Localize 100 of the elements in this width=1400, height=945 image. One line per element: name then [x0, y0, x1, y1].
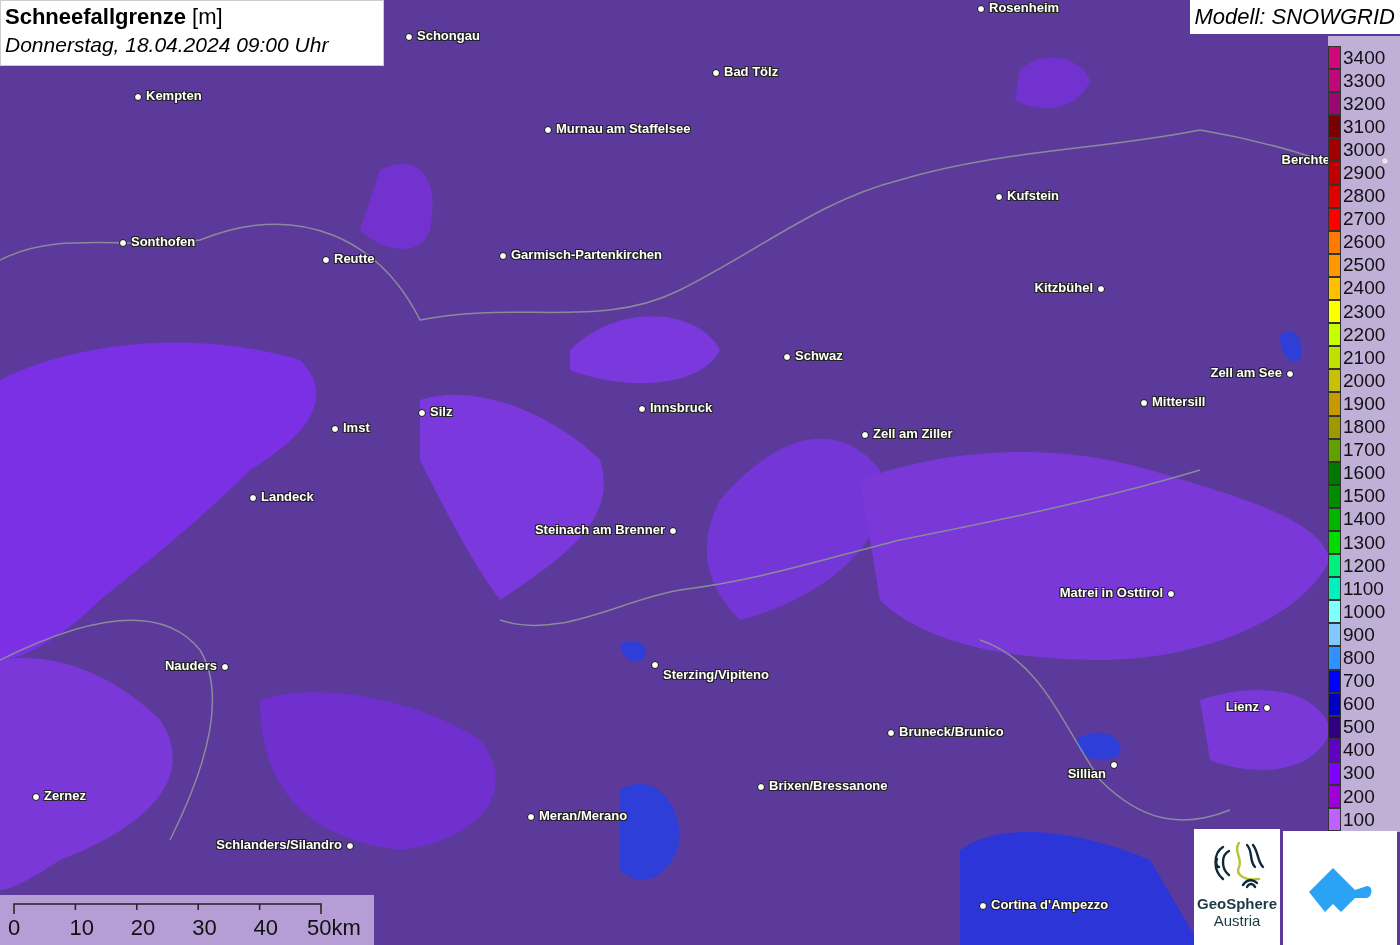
legend-value: 300 [1343, 763, 1375, 784]
city-label: Landeck [261, 489, 314, 504]
legend-value: 2700 [1343, 209, 1386, 230]
city-label: Nauders [164, 658, 217, 673]
legend-value: 2600 [1343, 232, 1386, 253]
city-marker [119, 239, 127, 247]
forecast-time: Donnerstag, 18.04.2024 09:00 Uhr [5, 32, 330, 58]
map-title: Schneefallgrenze [5, 4, 186, 29]
legend-value: 200 [1343, 786, 1375, 807]
city-label: Bad Tölz [724, 64, 779, 79]
city-marker [1110, 761, 1118, 769]
legend-value: 2300 [1343, 301, 1386, 322]
city-marker [638, 405, 646, 413]
legend-value: 2000 [1343, 370, 1386, 391]
city-label: Meran/Merano [539, 808, 628, 823]
scale-ruler-icon [13, 902, 323, 916]
legend-value: 3000 [1343, 139, 1386, 160]
city-label: Cortina d'Ampezzo [991, 897, 1109, 912]
city-label: Garmisch-Partenkirchen [511, 247, 662, 262]
city-label: Sonthofen [131, 234, 196, 249]
legend-value: 2800 [1343, 186, 1386, 207]
legend-value: 2900 [1343, 163, 1386, 183]
city-marker [1167, 590, 1175, 598]
scale-label: 10 [69, 915, 94, 941]
legend-value: 2200 [1343, 324, 1386, 345]
legend-value: 2500 [1343, 255, 1386, 276]
city-label: Lienz [1225, 699, 1259, 714]
city-label: Rosenheim [989, 0, 1060, 15]
city-marker [1286, 370, 1294, 378]
city-marker [783, 353, 791, 361]
city-marker [977, 5, 985, 13]
city-marker [322, 256, 330, 264]
city-label: Schwaz [795, 348, 843, 363]
city-label: Steinach am Brenner [534, 522, 665, 537]
legend-value: 1300 [1343, 532, 1386, 553]
legend-value: 1800 [1343, 417, 1386, 438]
city-label: Zernez [44, 788, 86, 803]
city-label: Imst [343, 420, 370, 435]
logo-name: GeoSphere [1197, 895, 1277, 912]
city-marker [712, 69, 720, 77]
scale-label: 50km [307, 915, 361, 941]
city-marker [995, 193, 1003, 201]
city-marker [499, 252, 507, 260]
legend-value: 400 [1343, 740, 1375, 761]
city-marker [1097, 285, 1105, 293]
city-label: Zell am Ziller [873, 426, 953, 441]
legend-value: 2400 [1343, 278, 1386, 299]
city-marker [1263, 704, 1271, 712]
city-marker [418, 409, 426, 417]
city-marker [757, 783, 765, 791]
legend-value: 3400 [1343, 47, 1386, 68]
city-marker [346, 842, 354, 850]
city-label: Reutte [334, 251, 375, 266]
legend-value: 900 [1343, 624, 1375, 645]
logo-country: Austria [1213, 912, 1261, 930]
city-label: Mittersill [1152, 394, 1206, 409]
city-label: Schlanders/Silandro [216, 837, 342, 852]
scale-label: 40 [253, 915, 279, 941]
legend-value: 3100 [1343, 116, 1386, 137]
city-marker [134, 93, 142, 101]
legend-value: 700 [1343, 671, 1375, 692]
city-marker [651, 661, 659, 669]
legend-value: 1700 [1343, 440, 1386, 461]
legend-value: 1200 [1343, 555, 1386, 576]
city-label: Murnau am Staffelsee [556, 121, 691, 136]
city-marker [544, 126, 552, 134]
city-label: Brixen/Bressanone [769, 778, 888, 793]
legend-value: 1500 [1343, 486, 1386, 507]
legend-value: 3200 [1343, 93, 1386, 114]
unit-label: [m] [192, 4, 223, 29]
city-label: Zell am See [1210, 365, 1282, 380]
legend-value: 500 [1343, 717, 1375, 738]
city-marker [221, 663, 229, 671]
legend-value: 3300 [1343, 70, 1386, 91]
city-marker [669, 527, 677, 535]
city-label: Berchte [1281, 152, 1330, 167]
legend-value: 600 [1343, 694, 1375, 715]
scale-label: 0 [8, 915, 21, 941]
model-label: Modell: SNOWGRID [1189, 0, 1400, 34]
legend-value: 2100 [1343, 347, 1386, 368]
city-marker [527, 813, 535, 821]
legend-value: 800 [1343, 648, 1375, 668]
city-marker [887, 729, 895, 737]
city-marker [405, 33, 413, 41]
city-label: Kitzbühel [1034, 280, 1093, 295]
city-label: Kempten [146, 88, 202, 103]
scale-label: 20 [130, 915, 156, 941]
city-marker [1140, 399, 1148, 407]
legend-value: 1400 [1343, 509, 1386, 530]
city-marker [861, 431, 869, 439]
city-marker [331, 425, 339, 433]
legend-value: 100 [1343, 809, 1375, 830]
city-marker [249, 494, 257, 502]
legend-value: 1900 [1343, 393, 1386, 414]
legend-value: 1100 [1343, 578, 1384, 599]
city-label: Matrei in Osttirol [1059, 585, 1163, 600]
city-marker [979, 902, 987, 910]
city-label: Sterzing/Vipiteno [663, 667, 769, 682]
city-marker [32, 793, 40, 801]
city-label: Kufstein [1007, 188, 1059, 203]
